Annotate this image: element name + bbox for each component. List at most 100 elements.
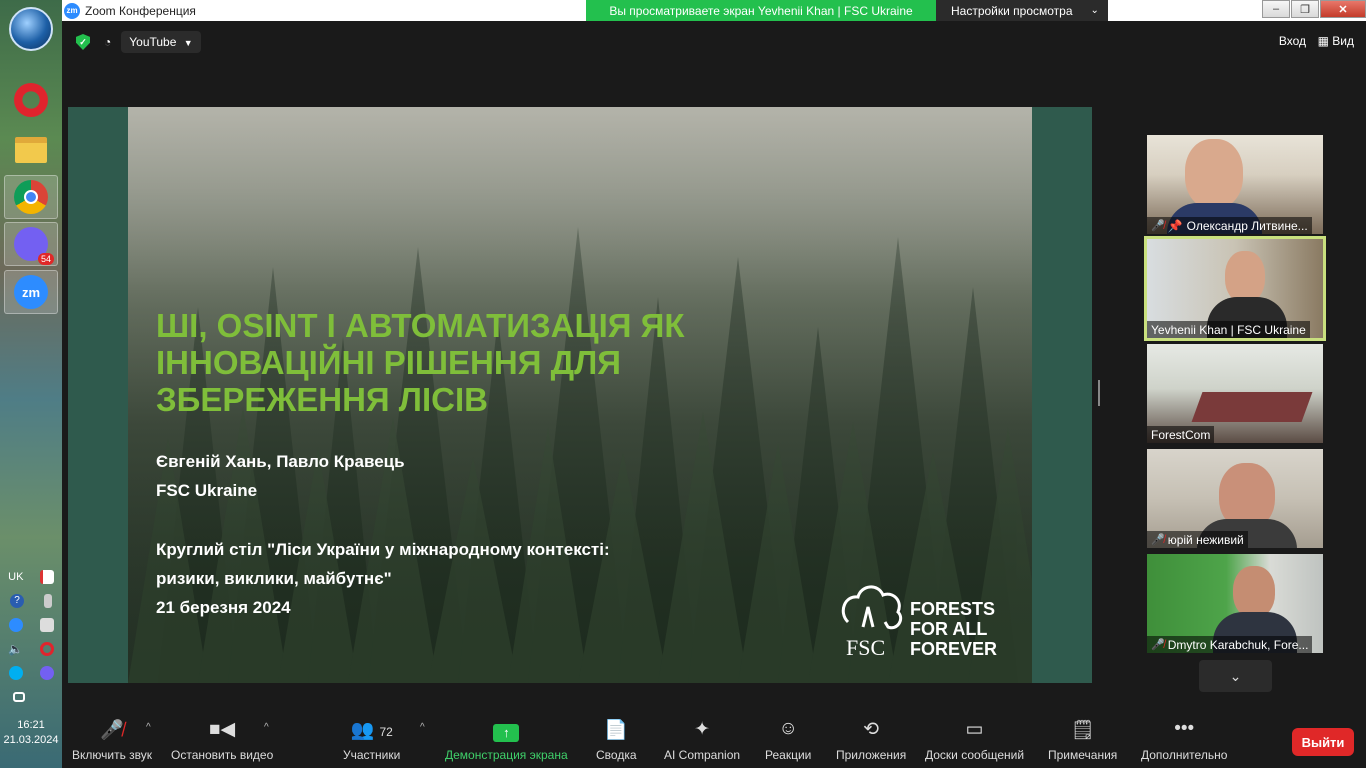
participant-name-bar: Yevhenii Khan | FSC Ukraine	[1147, 321, 1310, 338]
language-indicator[interactable]: UK	[8, 571, 23, 583]
share-screen-button[interactable]: ↑ Демонстрация экрана	[445, 712, 568, 768]
start-button[interactable]	[9, 7, 53, 51]
share-screen-icon: ↑	[493, 724, 520, 742]
slogan-line-3: FOREVER	[910, 639, 998, 659]
participant-name: Олександр Литвине...	[1186, 218, 1308, 233]
participant-tile[interactable]: 🎤̸ Dmytro Karabchuk, Fore...	[1147, 554, 1323, 653]
apps-label: Приложения	[836, 748, 907, 762]
mic-muted-icon: 🎤̸	[1151, 534, 1165, 546]
video-options-caret[interactable]: ^	[264, 722, 269, 733]
apps-icon: ⟲	[863, 719, 880, 740]
ai-companion-button[interactable]: ✦ AI Companion	[664, 712, 740, 768]
opera-tray-icon[interactable]	[39, 642, 54, 656]
zoom-logo-icon: zm	[64, 2, 80, 19]
summary-button[interactable]: 📄 Сводка	[596, 712, 637, 768]
zoom-taskbar-button[interactable]: zm	[4, 270, 58, 314]
fsc-slogan: FORESTS FOR ALL FOREVER	[910, 599, 997, 659]
participant-name: юрій неживий	[1167, 532, 1244, 547]
grid-icon: ▦	[1317, 34, 1333, 48]
help-icon[interactable]: ?	[10, 594, 24, 608]
slide-date: 21 березня 2024	[156, 598, 291, 617]
view-settings-dropdown[interactable]: Настройки просмотра ⌄	[936, 0, 1108, 21]
slide-authors: Євгеній Хань, Павло Кравець	[156, 452, 405, 471]
notes-label: Примечания	[1048, 748, 1118, 762]
leave-meeting-button[interactable]: Выйти	[1292, 728, 1354, 756]
ai-companion-label: AI Companion	[664, 748, 741, 762]
meeting-top-bar: ✓ ◔ YouTube ▼ Вход ▦ Вид	[62, 22, 1366, 62]
maximize-button[interactable]: ❐	[1291, 0, 1319, 18]
minimize-button[interactable]: –	[1262, 0, 1290, 18]
participants-button[interactable]: 👥 72 Участники	[343, 712, 400, 768]
emoji-icon: ☺	[778, 718, 798, 739]
slogan-line-1: FORESTS	[910, 599, 996, 619]
viber-tray-icon[interactable]	[39, 666, 54, 680]
login-button[interactable]: Вход	[1279, 34, 1306, 48]
chevron-down-icon: ⌄	[1229, 667, 1242, 684]
whiteboards-label: Доски сообщений	[925, 748, 1025, 762]
view-settings-label: Настройки просмотра	[951, 3, 1073, 18]
heading-line-2: ІННОВАЦІЙНІ РІШЕННЯ ДЛЯ	[156, 344, 621, 381]
audio-options-caret[interactable]: ^	[146, 722, 151, 733]
network-icon[interactable]	[12, 692, 25, 702]
fsc-mark-text: FSC	[846, 635, 886, 660]
apps-button[interactable]: ⟲ Приложения	[836, 712, 906, 768]
panel-resize-handle[interactable]	[1098, 380, 1100, 406]
encryption-shield-icon[interactable]: ✓	[76, 34, 90, 50]
view-button[interactable]: ▦ Вид	[1318, 34, 1354, 48]
opera-taskbar-button[interactable]	[4, 78, 58, 122]
mic-muted-icon: 🎤̸	[1151, 639, 1165, 651]
gallery-next-page-button[interactable]: ⌄	[1199, 660, 1272, 692]
viber-taskbar-button[interactable]: 54	[4, 222, 58, 266]
participant-tile[interactable]: 🎤̸ 📌 Олександр Литвине...	[1147, 135, 1323, 234]
chrome-taskbar-button[interactable]	[4, 175, 58, 219]
window-title: Zoom Конференция	[85, 3, 196, 18]
participant-face	[1185, 139, 1243, 209]
participant-face	[1225, 251, 1265, 303]
participant-tile[interactable]: ForestCom	[1147, 344, 1323, 443]
zoom-tray-icon[interactable]	[8, 618, 23, 632]
unmute-button[interactable]: 🎤̸ Включить звук	[72, 712, 152, 768]
unmute-label: Включить звук	[72, 748, 153, 762]
skype-icon[interactable]	[8, 666, 23, 680]
notes-icon: 🗒	[1070, 720, 1095, 741]
zoom-window: zm Zoom Конференция Вы просматриваете эк…	[62, 0, 1366, 768]
clipboard-icon[interactable]	[39, 618, 54, 632]
share-banner: Вы просматриваете экран Yevhenii Khan | …	[586, 0, 936, 21]
more-dots-icon: •••	[1174, 718, 1195, 739]
taskbar-clock[interactable]: 16:21 21.03.2024	[0, 718, 62, 748]
notes-button[interactable]: 🗒 Примечания	[1048, 712, 1117, 768]
share-screen-label: Демонстрация экрана	[445, 748, 568, 762]
zoom-icon: zm	[14, 275, 48, 309]
participant-tile-active-speaker[interactable]: Yevhenii Khan | FSC Ukraine	[1144, 236, 1326, 341]
participant-tile[interactable]: 🎤̸ юрій неживий	[1147, 449, 1323, 548]
folder-icon	[15, 137, 47, 163]
more-label: Дополнительно	[1141, 748, 1228, 762]
mic-off-icon: 🎤̸	[100, 720, 124, 741]
stop-video-button[interactable]: ■◀ Остановить видео	[171, 712, 273, 768]
view-label: Вид	[1332, 34, 1354, 48]
whiteboards-button[interactable]: ▭ Доски сообщений	[925, 712, 1024, 768]
participants-options-caret[interactable]: ^	[420, 722, 425, 733]
slide-heading: ШІ, OSINT І АВТОМАТИЗАЦІЯ ЯК ІННОВАЦІЙНІ…	[156, 307, 796, 418]
slide-org: FSC Ukraine	[156, 481, 258, 500]
reactions-button[interactable]: ☺ Реакции	[765, 712, 811, 768]
live-stream-menu[interactable]: YouTube ▼	[121, 31, 201, 53]
meeting-controls: 🎤̸ Включить звук ^ ■◀ Остановить видео ^…	[62, 712, 1366, 768]
participant-name: Yevhenii Khan | FSC Ukraine	[1151, 322, 1306, 337]
conference-table	[1191, 392, 1313, 422]
participant-name-bar: ForestCom	[1147, 426, 1215, 443]
participant-face	[1233, 566, 1275, 618]
participants-icon: 👥 72	[350, 720, 393, 741]
file-explorer-taskbar-button[interactable]	[4, 128, 58, 172]
more-button[interactable]: ••• Дополнительно	[1141, 712, 1227, 768]
system-tray: UK ? 🔈	[0, 565, 62, 709]
broadcast-icon[interactable]: ◔	[104, 35, 111, 49]
shared-screen: ШІ, OSINT І АВТОМАТИЗАЦІЯ ЯК ІННОВАЦІЙНІ…	[68, 107, 1092, 683]
caret-down-icon: ▼	[183, 38, 193, 48]
usb-icon[interactable]	[44, 594, 52, 608]
pdf-icon[interactable]	[39, 570, 54, 584]
participant-name: ForestCom	[1151, 427, 1211, 442]
viber-icon: 54	[14, 227, 54, 265]
close-window-button[interactable]: ✕	[1320, 0, 1366, 18]
volume-icon[interactable]: 🔈	[8, 642, 23, 656]
